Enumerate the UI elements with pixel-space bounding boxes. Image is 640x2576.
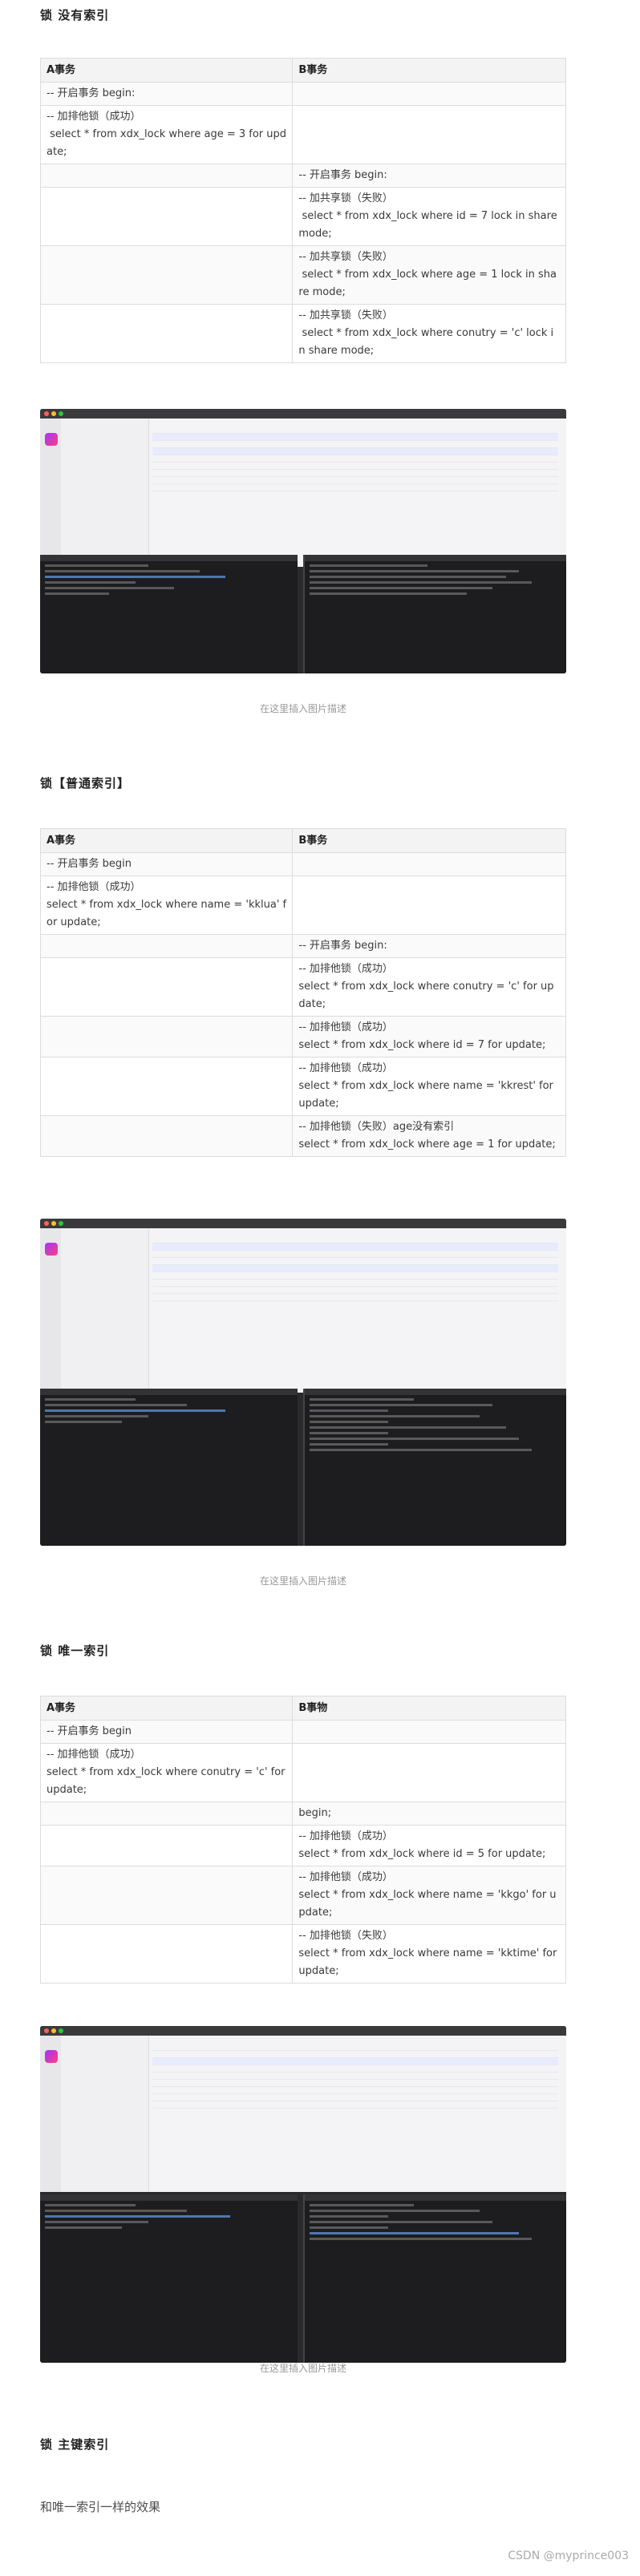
- table-row: begin;: [39, 1802, 566, 1826]
- table-cell: [292, 1720, 566, 1744]
- table-cell: -- 加排他锁（成功） select * from xdx_lock where…: [292, 1016, 566, 1057]
- table-row: -- 加共享锁（失败） select * from xdx_lock where…: [39, 187, 566, 246]
- table-row: -- 加排他锁（成功） select * from xdx_lock where…: [39, 1866, 566, 1925]
- column-header: B事务: [292, 58, 566, 83]
- csdn-watermark: CSDN @myprince003: [508, 2550, 629, 2562]
- table-row: -- 加排他锁（成功） select * from xdx_lock where…: [39, 1825, 566, 1866]
- section-heading-unique-index: 锁 唯一索引: [40, 1644, 110, 1658]
- table-cell: -- 开启事务 begin: [39, 1720, 294, 1744]
- table-cell: [39, 957, 294, 1017]
- table-row: -- 加排他锁（成功） select * from xdx_lock where…: [39, 957, 566, 1017]
- table-cell: [39, 1016, 294, 1057]
- transaction-table-no-index: A事务 B事务 -- 开启事务 begin: -- 加排他锁（成功） select *…: [39, 58, 566, 363]
- column-header: A事务: [39, 58, 294, 83]
- screenshot-image-unique-index: [40, 2026, 566, 2363]
- screenshot-image-no-index: [40, 409, 566, 673]
- column-header: A事务: [39, 828, 294, 853]
- table-cell: [39, 1924, 294, 1984]
- table-cell: [39, 1115, 294, 1157]
- table-row: -- 加排他锁（成功） select * from xdx_lock where…: [39, 1743, 566, 1802]
- section-heading-no-index: 锁 没有索引: [40, 8, 110, 22]
- table-row: -- 开启事务 begin: [39, 1720, 566, 1744]
- image-caption: 在这里插入图片描述: [259, 703, 346, 714]
- table-cell: -- 加排他锁（成功） select * from xdx_lock where…: [292, 1057, 566, 1116]
- column-header: B事务: [292, 828, 566, 853]
- table-row: -- 开启事务 begin:: [39, 934, 566, 958]
- table-cell: -- 加排他锁（成功） select * from xdx_lock where…: [39, 105, 294, 164]
- table-header-row: A事务 B事务: [39, 58, 566, 83]
- table-cell: begin;: [292, 1802, 566, 1826]
- transaction-table-normal-index: A事务 B事务 -- 开启事务 begin -- 加排他锁（成功） select * …: [39, 828, 566, 1157]
- image-caption: 在这里插入图片描述: [259, 1575, 346, 1587]
- table-cell: [39, 304, 294, 363]
- app-icon: [45, 433, 58, 446]
- table-header-row: A事务 B事物: [39, 1696, 566, 1721]
- screenshot-image-normal-index: [40, 1219, 566, 1546]
- table-row: -- 加共享锁（失败） select * from xdx_lock where…: [39, 245, 566, 305]
- app-icon: [45, 2050, 58, 2063]
- table-cell: [39, 1866, 294, 1925]
- table-cell: [292, 876, 566, 935]
- table-row: -- 开启事务 begin:: [39, 164, 566, 188]
- table-cell: -- 加排他锁（失败）age没有索引 select * from xdx_loc…: [292, 1115, 566, 1157]
- table-row: -- 加排他锁（失败）age没有索引 select * from xdx_loc…: [39, 1115, 566, 1157]
- image-caption: 在这里插入图片描述: [259, 2363, 346, 2374]
- table-cell: [39, 245, 294, 305]
- table-cell: [39, 1057, 294, 1116]
- table-cell: [39, 164, 294, 188]
- table-cell: -- 加共享锁（失败） select * from xdx_lock where…: [292, 245, 566, 305]
- table-cell: -- 开启事务 begin: [39, 852, 294, 876]
- table-cell: [39, 1825, 294, 1866]
- section-heading-normal-index: 锁【普通索引】: [40, 776, 131, 791]
- table-cell: -- 加排他锁（成功） select * from xdx_lock where…: [292, 1866, 566, 1925]
- table-row: -- 加共享锁（失败） select * from xdx_lock where…: [39, 304, 566, 363]
- table-cell: [292, 852, 566, 876]
- section-paragraph: 和唯一索引一样的效果: [40, 2500, 161, 2514]
- table-row: -- 加排他锁（成功） select * from xdx_lock where…: [39, 1057, 566, 1116]
- table-row: -- 加排他锁（成功） select * from xdx_lock where…: [39, 876, 566, 935]
- column-header: A事务: [39, 1696, 294, 1721]
- table-row: -- 开启事务 begin: [39, 852, 566, 876]
- table-cell: -- 加共享锁（失败） select * from xdx_lock where…: [292, 187, 566, 246]
- table-cell: -- 加排他锁（失败） select * from xdx_lock where…: [292, 1924, 566, 1984]
- table-cell: -- 开启事务 begin:: [292, 934, 566, 958]
- table-cell: -- 开启事务 begin:: [292, 164, 566, 188]
- table-row: -- 加排他锁（成功） select * from xdx_lock where…: [39, 105, 566, 164]
- table-header-row: A事务 B事务: [39, 828, 566, 853]
- table-cell: [292, 82, 566, 106]
- table-row: -- 加排他锁（成功） select * from xdx_lock where…: [39, 1016, 566, 1057]
- app-icon: [45, 1243, 58, 1256]
- table-cell: -- 加排他锁（成功） select * from xdx_lock where…: [39, 876, 294, 935]
- column-header: B事物: [292, 1696, 566, 1721]
- table-cell: -- 加排他锁（成功） select * from xdx_lock where…: [292, 1825, 566, 1866]
- table-cell: [292, 105, 566, 164]
- section-heading-primary-key: 锁 主键索引: [40, 2437, 110, 2452]
- table-cell: -- 加排他锁（成功） select * from xdx_lock where…: [39, 1743, 294, 1802]
- table-row: -- 加排他锁（失败） select * from xdx_lock where…: [39, 1924, 566, 1984]
- table-cell: [39, 934, 294, 958]
- table-cell: -- 加排他锁（成功） select * from xdx_lock where…: [292, 957, 566, 1017]
- transaction-table-unique-index: A事务 B事物 -- 开启事务 begin -- 加排他锁（成功） select * …: [39, 1696, 566, 1984]
- table-cell: [292, 1743, 566, 1802]
- table-cell: [39, 1802, 294, 1826]
- table-cell: [39, 187, 294, 246]
- table-cell: -- 开启事务 begin:: [39, 82, 294, 106]
- table-row: -- 开启事务 begin:: [39, 82, 566, 106]
- table-cell: -- 加共享锁（失败） select * from xdx_lock where…: [292, 304, 566, 363]
